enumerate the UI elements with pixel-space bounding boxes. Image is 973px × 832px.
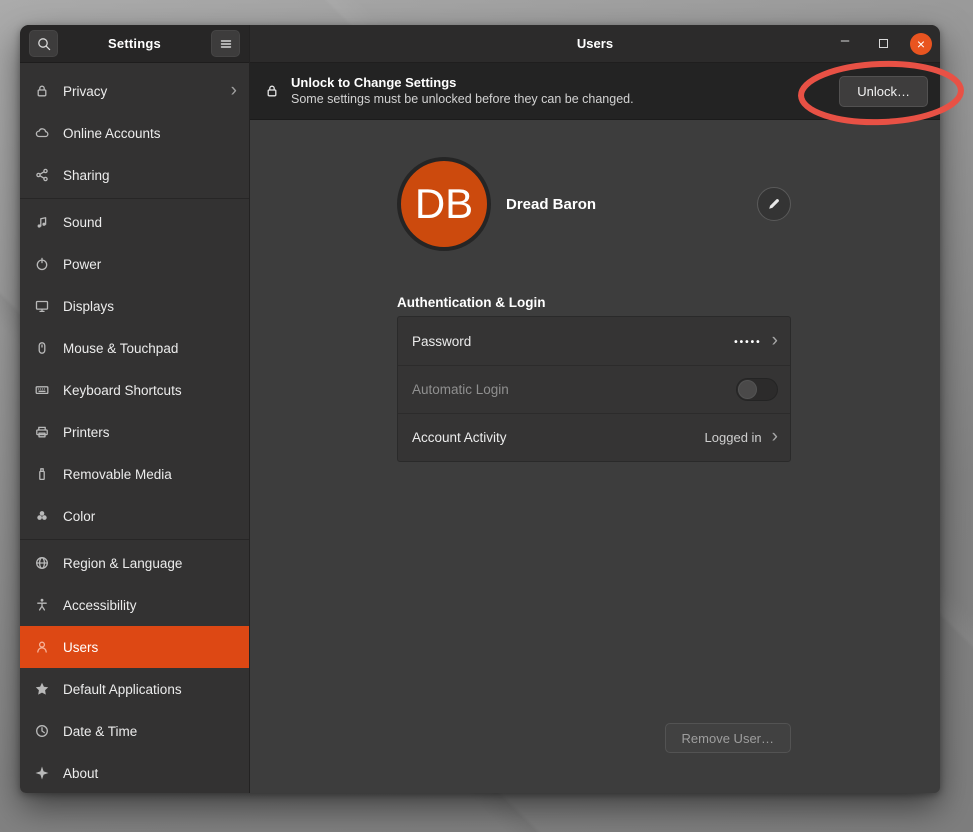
sidebar-item-label: Region & Language	[63, 556, 237, 571]
password-row[interactable]: Password ••••• ›	[398, 317, 790, 365]
toggle-knob	[738, 380, 757, 399]
sidebar-item-label: Keyboard Shortcuts	[63, 383, 237, 398]
sidebar-item-displays[interactable]: Displays	[20, 285, 249, 327]
search-icon	[36, 36, 52, 52]
user-name: Dread Baron	[506, 196, 596, 213]
display-icon	[34, 298, 50, 314]
avatar[interactable]: DB	[397, 157, 491, 251]
window-controls: – ×	[834, 33, 932, 55]
chevron-right-icon: ›	[231, 81, 237, 100]
star-icon	[34, 681, 50, 697]
users-icon	[34, 639, 50, 655]
sidebar-item-keyboard-shortcuts[interactable]: Keyboard Shortcuts	[20, 369, 249, 411]
search-button[interactable]	[29, 30, 58, 57]
minimize-button[interactable]: –	[834, 33, 856, 55]
sidebar-item-removable-media[interactable]: Removable Media	[20, 453, 249, 495]
power-icon	[34, 256, 50, 272]
sound-icon	[34, 214, 50, 230]
password-value: •••••	[734, 337, 762, 348]
chevron-right-icon: ›	[772, 427, 778, 446]
sidebar-item-label: Default Applications	[63, 682, 237, 697]
sidebar-item-users[interactable]: Users	[20, 626, 249, 668]
sidebar-item-label: Sharing	[63, 168, 237, 183]
main-pane: Users – × Unlock to Change Settings Some…	[250, 25, 940, 793]
sidebar-item-color[interactable]: Color	[20, 495, 249, 537]
sidebar-item-default-applications[interactable]: Default Applications	[20, 668, 249, 710]
unlock-button[interactable]: Unlock…	[839, 76, 928, 107]
primary-menu-button[interactable]	[211, 30, 240, 57]
sidebar-separator	[20, 539, 249, 540]
sidebar-item-mouse-touchpad[interactable]: Mouse & Touchpad	[20, 327, 249, 369]
automatic-login-row: Automatic Login	[398, 365, 790, 413]
users-panel-content: DB Dread Baron Authentication & Login Pa…	[250, 120, 940, 793]
account-activity-row[interactable]: Account Activity Logged in ›	[398, 413, 790, 461]
close-button[interactable]: ×	[910, 33, 932, 55]
sidebar-item-label: Privacy	[63, 84, 231, 99]
cloud-icon	[34, 125, 50, 141]
sidebar-item-label: Power	[63, 257, 237, 272]
sidebar-headerbar: Settings	[20, 25, 249, 63]
sidebar-item-date-time[interactable]: Date & Time	[20, 710, 249, 752]
sidebar-item-privacy[interactable]: Privacy›	[20, 70, 249, 112]
sidebar-item-about[interactable]: About	[20, 752, 249, 793]
unlock-banner: Unlock to Change Settings Some settings …	[250, 63, 940, 120]
settings-window: Settings Privacy›Online AccountsSharingS…	[20, 25, 940, 793]
sidebar-item-accessibility[interactable]: Accessibility	[20, 584, 249, 626]
automatic-login-toggle[interactable]	[736, 378, 778, 401]
share-icon	[34, 167, 50, 183]
mouse-icon	[34, 340, 50, 356]
sidebar-item-printers[interactable]: Printers	[20, 411, 249, 453]
sidebar-item-label: Printers	[63, 425, 237, 440]
sidebar-item-sharing[interactable]: Sharing	[20, 154, 249, 196]
remove-user-button[interactable]: Remove User…	[665, 723, 791, 753]
hamburger-menu-icon	[218, 36, 234, 52]
sidebar-item-sound[interactable]: Sound	[20, 201, 249, 243]
sidebar-item-label: About	[63, 766, 237, 781]
sidebar-separator	[20, 198, 249, 199]
printer-icon	[34, 424, 50, 440]
lock-icon	[34, 83, 50, 99]
sidebar-item-label: Online Accounts	[63, 126, 237, 141]
sidebar-item-region-language[interactable]: Region & Language	[20, 542, 249, 584]
titlebar: Users – ×	[250, 25, 940, 63]
sidebar-item-label: Displays	[63, 299, 237, 314]
sidebar-item-label: Users	[63, 640, 237, 655]
desktop-background: Settings Privacy›Online AccountsSharingS…	[0, 0, 973, 832]
account-activity-value: Logged in	[705, 430, 762, 445]
edit-name-button[interactable]	[757, 187, 791, 221]
sidebar-item-online-accounts[interactable]: Online Accounts	[20, 112, 249, 154]
sidebar-item-label: Color	[63, 509, 237, 524]
accessibility-icon	[34, 597, 50, 613]
sparkle-icon	[34, 765, 50, 781]
globe-icon	[34, 555, 50, 571]
sidebar-item-label: Removable Media	[63, 467, 237, 482]
keyboard-icon	[34, 382, 50, 398]
pencil-icon	[766, 196, 782, 212]
password-label: Password	[412, 334, 734, 349]
color-icon	[34, 508, 50, 524]
sidebar-list: Privacy› Online Accounts Sharing Sound Power…	[20, 63, 249, 793]
unlock-banner-title: Unlock to Change Settings	[291, 75, 839, 91]
clock-icon	[34, 723, 50, 739]
lock-icon	[264, 83, 280, 99]
section-heading: Authentication & Login	[397, 295, 791, 310]
account-activity-label: Account Activity	[412, 430, 695, 445]
unlock-banner-subtitle: Some settings must be unlocked before th…	[291, 91, 839, 107]
sidebar-item-label: Date & Time	[63, 724, 237, 739]
user-header-row: DB Dread Baron	[397, 157, 791, 251]
sidebar-title: Settings	[58, 36, 211, 51]
maximize-icon	[879, 39, 888, 48]
sidebar-item-label: Mouse & Touchpad	[63, 341, 237, 356]
auth-login-list: Password ••••• › Automatic Login Account…	[397, 316, 791, 462]
user-panel: DB Dread Baron Authentication & Login Pa…	[397, 157, 791, 782]
automatic-login-label: Automatic Login	[412, 382, 736, 397]
sidebar-item-power[interactable]: Power	[20, 243, 249, 285]
maximize-button[interactable]	[872, 33, 894, 55]
sidebar-item-label: Sound	[63, 215, 237, 230]
unlock-banner-text: Unlock to Change Settings Some settings …	[291, 75, 839, 107]
sidebar-item-label: Accessibility	[63, 598, 237, 613]
removable-media-icon	[34, 466, 50, 482]
chevron-right-icon: ›	[772, 331, 778, 350]
sidebar: Settings Privacy› Online Accounts Sharing S…	[20, 25, 250, 793]
